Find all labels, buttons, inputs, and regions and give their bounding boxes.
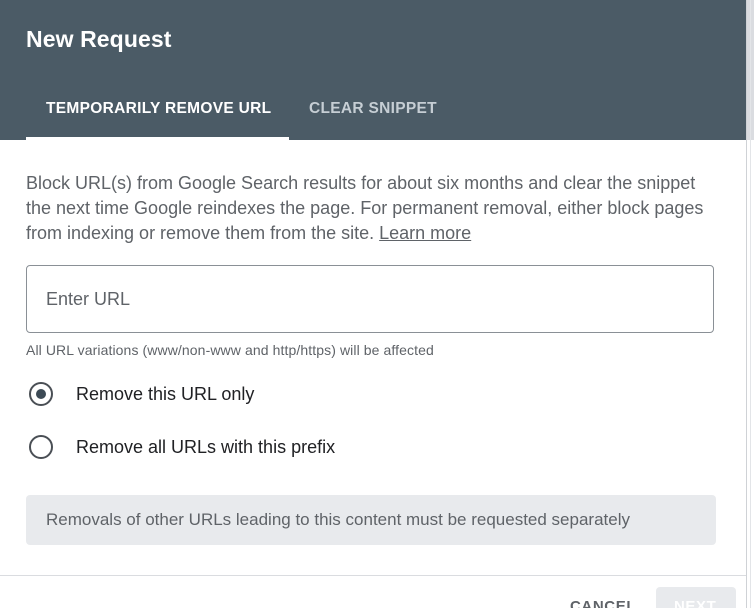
tab-clear-snippet[interactable]: CLEAR SNIPPET (309, 100, 437, 118)
radio-dot (36, 389, 46, 399)
radio-checked-icon[interactable] (29, 382, 53, 406)
cancel-button-label: CANCEL (570, 598, 637, 608)
url-input[interactable] (46, 266, 696, 332)
background-divider (746, 0, 747, 608)
dialog-title: New Request (26, 26, 172, 52)
next-button[interactable]: NEXT (656, 587, 736, 608)
next-button-label: NEXT (674, 598, 717, 608)
description-text: Block URL(s) from Google Search results … (26, 171, 706, 246)
radio-label: Remove this URL only (76, 384, 255, 404)
radio-remove-this-url-only[interactable]: Remove this URL only (28, 380, 428, 408)
dialog-header: New Request TEMPORARILY REMOVE URL CLEAR… (0, 0, 746, 140)
footer-divider (0, 575, 746, 576)
url-helper-text: All URL variations (www/non-www and http… (26, 342, 434, 358)
radio-unchecked-icon[interactable] (29, 435, 53, 459)
learn-more-link[interactable]: Learn more (379, 223, 471, 243)
tab-temporarily-remove-url[interactable]: TEMPORARILY REMOVE URL (46, 100, 271, 118)
background-page-edge (746, 0, 754, 608)
url-field[interactable] (26, 265, 714, 333)
active-tab-indicator (26, 137, 289, 140)
description-body: Block URL(s) from Google Search results … (26, 173, 704, 243)
radio-label: Remove all URLs with this prefix (76, 437, 336, 457)
radio-remove-all-urls-with-prefix[interactable]: Remove all URLs with this prefix (28, 433, 428, 461)
new-request-dialog: New Request TEMPORARILY REMOVE URL CLEAR… (0, 0, 746, 608)
background-divider (750, 0, 751, 608)
notice-text: Removals of other URLs leading to this c… (46, 510, 630, 529)
info-notice: Removals of other URLs leading to this c… (26, 495, 716, 545)
cancel-button[interactable]: CANCEL (556, 588, 646, 608)
